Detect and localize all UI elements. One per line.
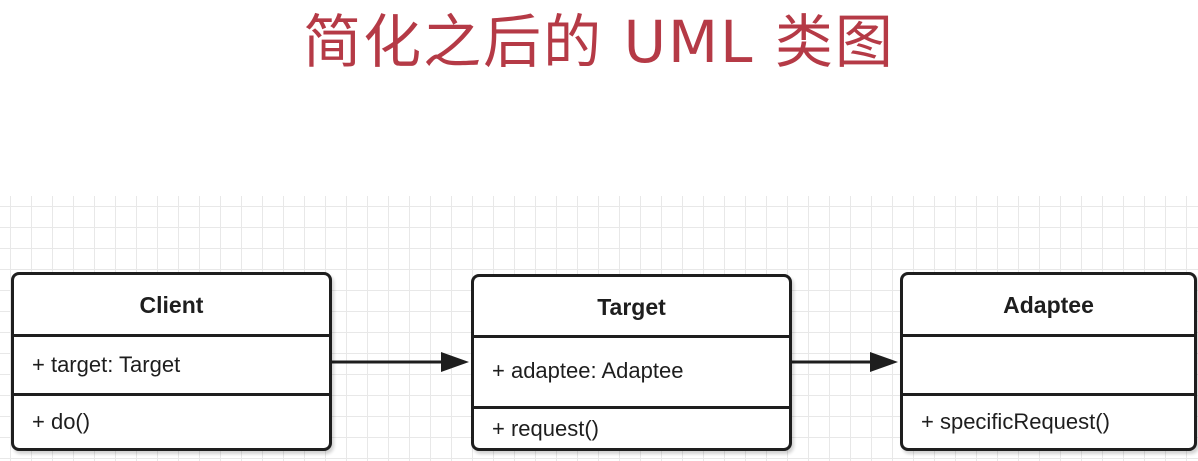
uml-class-adaptee[interactable]: Adaptee + specificRequest()	[900, 272, 1197, 451]
class-name-adaptee: Adaptee	[903, 275, 1194, 337]
page-title: 简化之后的 UML 类图	[303, 8, 895, 76]
class-attribute-target: + adaptee: Adaptee	[474, 338, 789, 409]
class-operation-adaptee: + specificRequest()	[921, 409, 1110, 434]
uml-class-target[interactable]: Target + adaptee: Adaptee + request()	[471, 274, 792, 451]
uml-class-client[interactable]: Client + target: Target + do()	[11, 272, 332, 451]
class-operation-client: + do()	[32, 409, 91, 434]
class-name-client: Client	[14, 275, 329, 337]
class-attribute-adaptee	[903, 337, 1194, 396]
class-operation-target: + request()	[492, 416, 599, 441]
class-name-target: Target	[474, 277, 789, 338]
class-attribute-client: + target: Target	[14, 337, 329, 396]
